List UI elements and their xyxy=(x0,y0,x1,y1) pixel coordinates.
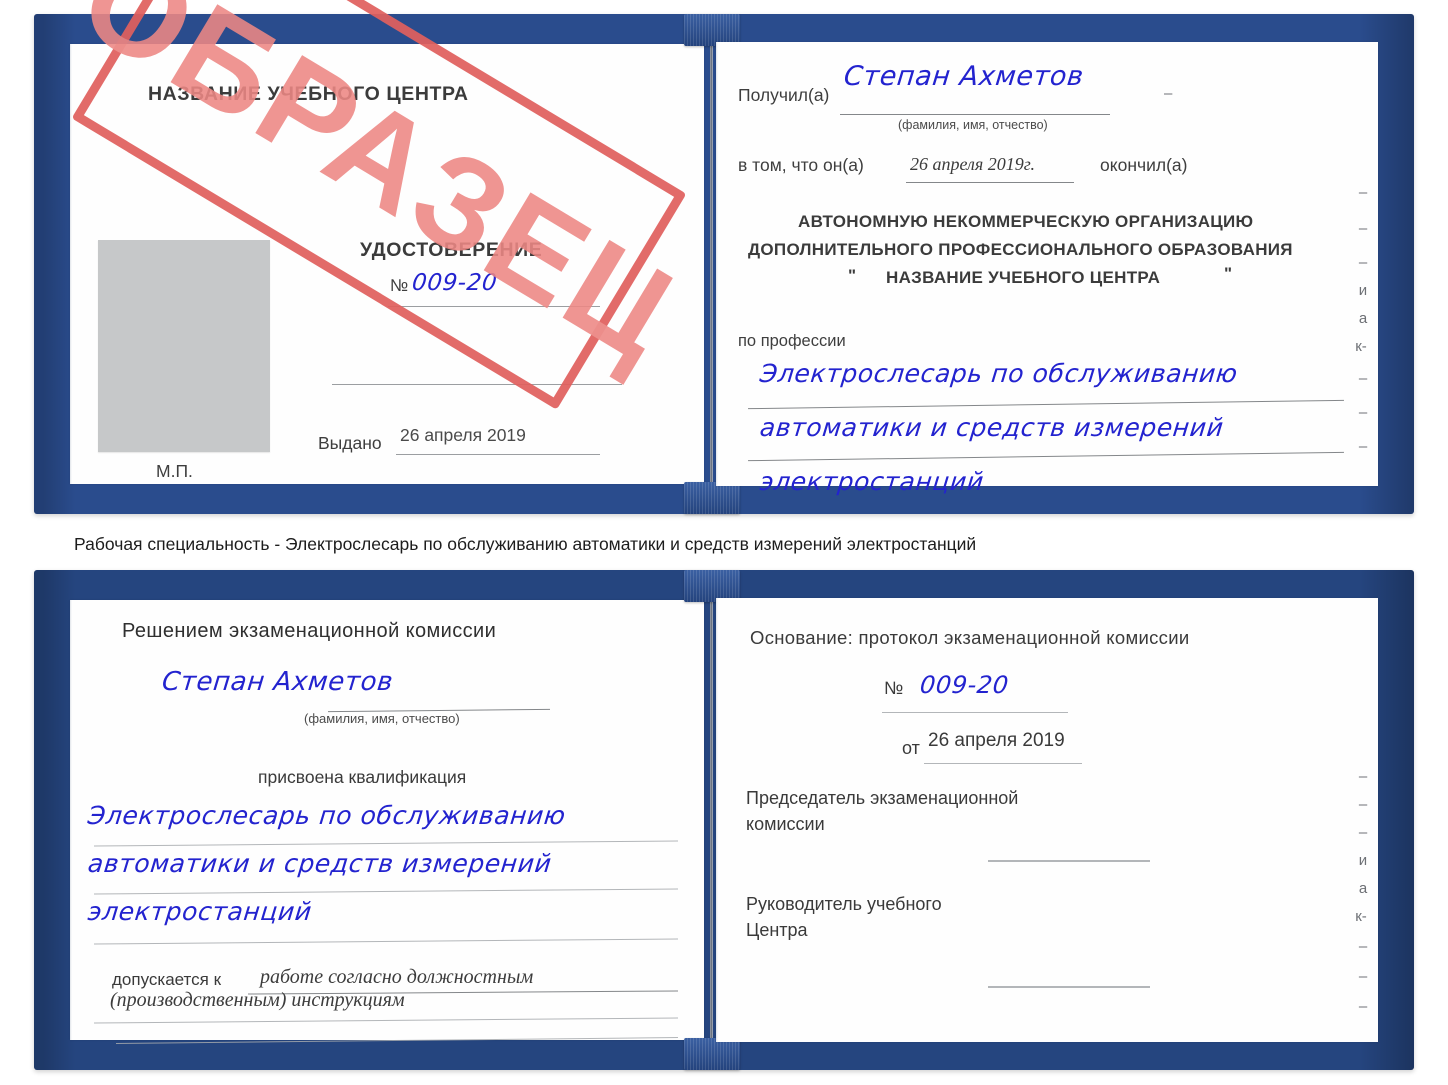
cert1-seal-label: М.П. xyxy=(156,461,193,481)
cert2-decision-title: Решением экзаменационной комиссии xyxy=(122,620,497,642)
cert2-qualification-line3: электростанций xyxy=(86,897,314,926)
cert2-allowed-value-line2: (производственным) инструкциям xyxy=(110,989,405,1011)
cert2-number-rule xyxy=(882,712,1068,713)
cert2-chairman-line1: Председатель экзаменационной xyxy=(746,788,1019,808)
cert1-org-line3: НАЗВАНИЕ УЧЕБНОГО ЦЕНТРА xyxy=(886,268,1161,287)
cert2-left-page: Решением экзаменационной комиссии Степан… xyxy=(70,600,704,1044)
cert2-qual-rule2 xyxy=(94,888,678,895)
cert2-right-page: Основание: протокол экзаменационной коми… xyxy=(716,598,1378,1042)
cert1-number-rule xyxy=(388,306,600,307)
cert1-doc-title: УДОСТОВЕРЕНИЕ xyxy=(360,239,543,261)
cert2-allowed-rule2 xyxy=(94,1017,678,1024)
cert2-qualification-label: присвоена квалификация xyxy=(258,767,467,787)
cert1-received-value: Степан Ахметов xyxy=(842,61,1086,92)
cert2-head-line2: Центра xyxy=(746,920,808,940)
cert2-frag-1: – xyxy=(1358,796,1368,813)
cert1-org-quote-close: " xyxy=(1224,264,1233,283)
cert2-spine xyxy=(710,598,713,1042)
cert1-frag-4: а xyxy=(1358,310,1368,327)
screenshot-root: НАЗВАНИЕ УЧЕБНОГО ЦЕНТРА УДОСТОВЕРЕНИЕ №… xyxy=(0,0,1448,1085)
cert1-issued-rule xyxy=(396,454,600,455)
cert1-finished-label: окончил(а) xyxy=(1100,155,1188,175)
cert2-allowed-label: допускается к xyxy=(112,970,222,989)
cert2-frag-7: – xyxy=(1358,968,1368,985)
cert1-org-line1: АВТОНОМНУЮ НЕКОММЕРЧЕСКУЮ ОРГАНИЗАЦИЮ xyxy=(798,212,1254,231)
cert1-frag-8: – xyxy=(1358,438,1368,455)
cert1-inthat-value: 26 апреля 2019г. xyxy=(910,154,1036,174)
cert1-number-label: № xyxy=(390,276,409,295)
cert2-date-label: от xyxy=(902,738,920,758)
cert1-profession-line1: Электрослесарь по обслуживанию xyxy=(758,359,1240,388)
cert2-basis-label: Основание: протокол экзаменационной коми… xyxy=(750,627,1190,648)
cert2-chairman-sign-rule xyxy=(988,860,1150,862)
cert2-spine-tab-bottom xyxy=(684,1038,740,1070)
cert1-frag-0: – xyxy=(1358,184,1368,201)
cert1-frag-3: и xyxy=(1358,282,1368,299)
cert1-inthat-rule xyxy=(906,182,1074,183)
caption-text: Рабочая специальность - Электрослесарь п… xyxy=(74,534,977,554)
cert1-spine-tab-bottom xyxy=(684,482,740,514)
cert1-org-line2: ДОПОЛНИТЕЛЬНОГО ПРОФЕССИОНАЛЬНОГО ОБРАЗО… xyxy=(748,240,1293,259)
cert1-frag-7: – xyxy=(1358,404,1368,421)
cert2-number-value: 009-20 xyxy=(918,671,1011,699)
cert1-issued-value: 26 апреля 2019 xyxy=(400,425,526,445)
cert2-allowed-value-line1: работе согласно должностным xyxy=(260,966,534,988)
cert2-fio-hint: (фамилия, имя, отчество) xyxy=(304,711,460,726)
cert1-profession-line2: автоматики и средств измерений xyxy=(758,413,1226,442)
cert1-issued-label: Выдано xyxy=(318,433,382,453)
certificate-bottom: Решением экзаменационной комиссии Степан… xyxy=(34,570,1414,1070)
cert1-frag-2: – xyxy=(1358,254,1368,271)
cert2-frag-5: к- xyxy=(1355,908,1367,925)
cert1-number-value: 009-20 xyxy=(410,270,499,296)
cert1-frag-5: к- xyxy=(1355,338,1367,355)
cert2-qual-rule3 xyxy=(94,938,678,945)
cert1-received-rule xyxy=(840,114,1110,115)
cert1-profession-line3: электростанций xyxy=(758,467,986,496)
cert1-received-label: Получил(а) xyxy=(738,85,830,105)
cert1-profession-rule2 xyxy=(748,451,1344,462)
cert1-profession-label: по профессии xyxy=(738,332,846,350)
cert2-qualification-line1: Электрослесарь по обслуживанию xyxy=(86,801,568,830)
cert2-frag-8: – xyxy=(1358,998,1368,1015)
cert1-spine xyxy=(710,42,713,486)
cert1-org-quote-open: " xyxy=(848,266,857,285)
cert1-left-page: НАЗВАНИЕ УЧЕБНОГО ЦЕНТРА УДОСТОВЕРЕНИЕ №… xyxy=(70,44,704,484)
cert2-chairman-line2: комиссии xyxy=(746,814,825,834)
cert1-right-page: Получил(а) Степан Ахметов (фамилия, имя,… xyxy=(716,42,1378,496)
cert2-date-rule xyxy=(924,763,1082,764)
cert1-dash-1: – xyxy=(1164,85,1173,102)
cert2-date-value: 26 апреля 2019 xyxy=(928,730,1065,751)
cert1-org-title: НАЗВАНИЕ УЧЕБНОГО ЦЕНТРА xyxy=(148,83,469,105)
cert2-number-label: № xyxy=(884,678,904,698)
cert2-head-sign-rule xyxy=(988,986,1150,988)
cert2-qual-rule1 xyxy=(94,840,678,847)
cert2-frag-3: и xyxy=(1358,852,1368,869)
cert1-fio-hint: (фамилия, имя, отчество) xyxy=(898,118,1048,132)
cert2-frag-0: – xyxy=(1358,768,1368,785)
cert2-qualification-line2: автоматики и средств измерений xyxy=(86,849,554,878)
photo-placeholder xyxy=(98,240,270,452)
cert1-frag-6: – xyxy=(1358,370,1368,387)
cert1-blank-rule xyxy=(332,384,622,385)
cert2-frag-4: а xyxy=(1358,880,1368,897)
cert1-inthat-label: в том, что он(а) xyxy=(738,155,864,175)
cert2-head-line1: Руководитель учебного xyxy=(746,894,942,914)
cert2-frag-2: – xyxy=(1358,824,1368,841)
cert1-frag-1: – xyxy=(1358,220,1368,237)
certificate-top: НАЗВАНИЕ УЧЕБНОГО ЦЕНТРА УДОСТОВЕРЕНИЕ №… xyxy=(34,14,1414,514)
cert2-frag-6: – xyxy=(1358,938,1368,955)
cert2-name-value: Степан Ахметов xyxy=(160,667,395,697)
cert1-profession-rule1 xyxy=(748,399,1344,410)
